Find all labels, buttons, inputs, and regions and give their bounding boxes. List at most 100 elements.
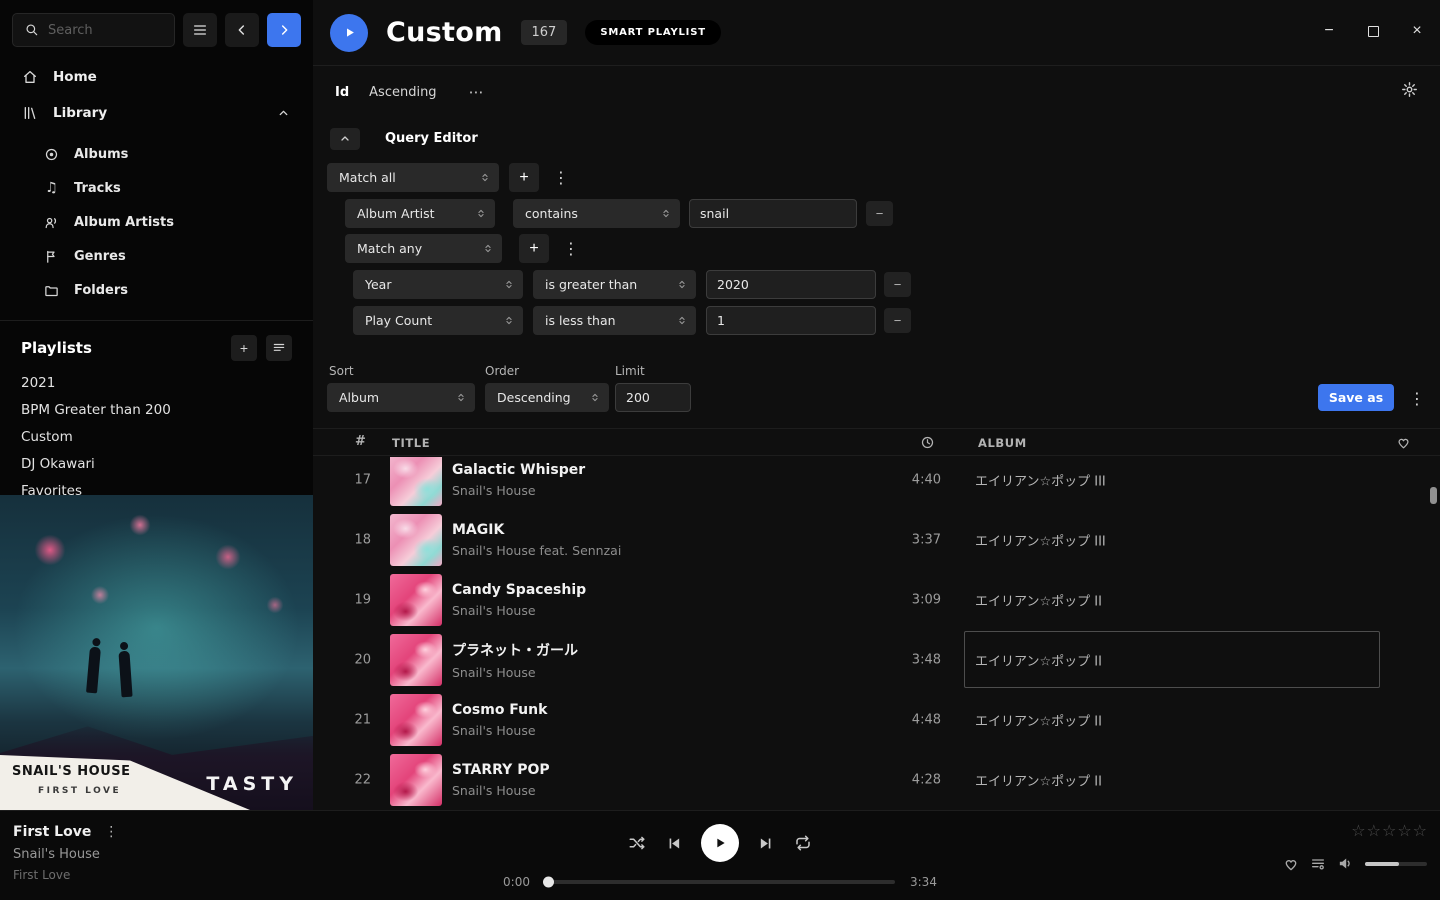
track-row[interactable]: 20 プラネット・ガール Snail's House 3:48 エイリアン☆ポッ… <box>313 630 1440 690</box>
sort-select[interactable]: Album <box>327 383 475 412</box>
playlist-item[interactable]: 2021 <box>0 369 313 396</box>
rule-operator-select[interactable]: contains <box>513 199 680 228</box>
remove-rule-button[interactable]: − <box>884 308 911 333</box>
star-icon[interactable]: ☆ <box>1367 821 1381 840</box>
remove-rule-button[interactable]: − <box>884 272 911 297</box>
sidebar-item-album-artists[interactable]: Album Artists <box>0 205 313 239</box>
star-icon[interactable]: ☆ <box>1351 821 1365 840</box>
favorite-column-icon[interactable] <box>1396 435 1411 453</box>
progress-section: 0:00 3:34 <box>498 875 942 889</box>
sidebar-item-tracks[interactable]: ♫ Tracks <box>0 171 313 205</box>
track-row[interactable]: 18 MAGIK Snail's House feat. Sennzai 3:3… <box>313 510 1440 570</box>
add-group-rule-button[interactable]: + <box>519 234 549 263</box>
rule-value-input[interactable] <box>706 270 876 299</box>
order-label: Order <box>485 364 519 378</box>
playlist-item[interactable]: DJ Okawari <box>0 450 313 477</box>
collapse-query-editor-button[interactable] <box>330 128 360 150</box>
column-title[interactable]: TITLE <box>392 436 430 450</box>
queue-button[interactable] <box>1310 856 1326 872</box>
menu-button[interactable] <box>183 13 217 47</box>
repeat-button[interactable] <box>794 834 812 852</box>
now-playing-title[interactable]: First Love <box>13 824 91 840</box>
sort-direction-button[interactable]: Ascending <box>369 85 436 100</box>
add-rule-button[interactable]: + <box>509 163 539 192</box>
track-number: 21 <box>331 713 371 728</box>
player-bar: First Love ⋮ Snail's House First Love <box>0 810 1440 900</box>
track-row[interactable]: 22 STARRY POP Snail's House 4:28 エイリアン☆ポ… <box>313 750 1440 810</box>
save-menu-icon[interactable]: ⋮ <box>1409 388 1425 410</box>
save-as-button[interactable]: Save as <box>1318 384 1394 411</box>
track-number: 18 <box>331 533 371 548</box>
volume-button[interactable] <box>1337 855 1354 872</box>
group-match-type-select[interactable]: Match any <box>345 234 502 263</box>
add-playlist-button[interactable]: + <box>231 335 257 361</box>
settings-icon[interactable] <box>1401 81 1418 101</box>
rule-field-select[interactable]: Album Artist <box>345 199 495 228</box>
track-title: STARRY POP <box>452 762 550 778</box>
now-playing-artist[interactable]: Snail's House <box>13 847 118 862</box>
next-track-button[interactable] <box>758 835 775 852</box>
sidebar-item-label: Album Artists <box>74 215 174 230</box>
order-select[interactable]: Descending <box>485 383 609 412</box>
seek-bar[interactable] <box>545 880 895 884</box>
shuffle-button[interactable] <box>628 834 646 852</box>
now-playing-menu-icon[interactable]: ⋮ <box>104 824 118 840</box>
rule-operator-select[interactable]: is less than <box>533 306 696 335</box>
rule-value-input[interactable] <box>706 306 876 335</box>
play-pause-button[interactable] <box>701 824 739 862</box>
playlist-list-button[interactable] <box>266 335 292 361</box>
rating-stars: ☆ ☆ ☆ ☆ ☆ <box>1351 821 1427 840</box>
volume-slider[interactable] <box>1365 862 1427 866</box>
column-album[interactable]: ALBUM <box>978 436 1027 450</box>
play-playlist-button[interactable] <box>330 14 368 52</box>
rule-group-menu-icon[interactable]: ⋮ <box>553 167 569 189</box>
seek-handle[interactable] <box>543 877 554 888</box>
nav-forward-button[interactable] <box>267 13 301 47</box>
star-icon[interactable]: ☆ <box>1413 821 1427 840</box>
track-row[interactable]: 21 Cosmo Funk Snail's House 4:48 エイリアン☆ポ… <box>313 690 1440 750</box>
previous-track-button[interactable] <box>665 835 682 852</box>
disc-icon <box>43 147 60 162</box>
more-options-button[interactable]: ⋯ <box>469 83 484 101</box>
sidebar-item-home[interactable]: Home <box>0 59 313 95</box>
match-type-select[interactable]: Match all <box>327 163 499 192</box>
playlist-item[interactable]: BPM Greater than 200 <box>0 396 313 423</box>
now-playing-album[interactable]: First Love <box>13 868 118 882</box>
scrollbar-thumb[interactable] <box>1430 487 1437 504</box>
track-duration: 3:09 <box>881 593 941 608</box>
now-playing-artwork[interactable]: SNAIL'S HOUSE FIRST LOVE TASTY <box>0 495 313 810</box>
rule-value-input[interactable] <box>689 199 857 228</box>
track-row[interactable]: 19 Candy Spaceship Snail's House 3:09 エイ… <box>313 570 1440 630</box>
star-icon[interactable]: ☆ <box>1397 821 1411 840</box>
maximize-button[interactable] <box>1364 22 1382 40</box>
track-row[interactable]: 17 Galactic Whisper Snail's House 4:40 エ… <box>313 457 1440 510</box>
track-duration: 3:37 <box>881 533 941 548</box>
remove-rule-button[interactable]: − <box>866 201 893 226</box>
nav-back-button[interactable] <box>225 13 259 47</box>
rule-field-select[interactable]: Year <box>353 270 523 299</box>
rule-operator-select[interactable]: is greater than <box>533 270 696 299</box>
minimize-button[interactable]: − <box>1320 22 1338 40</box>
duration-column-icon[interactable] <box>920 435 935 453</box>
star-icon[interactable]: ☆ <box>1382 821 1396 840</box>
select-arrows-icon <box>677 314 687 327</box>
group-menu-icon[interactable]: ⋮ <box>563 238 579 260</box>
favorite-button[interactable] <box>1283 856 1299 872</box>
limit-input[interactable] <box>615 383 691 412</box>
sort-field-button[interactable]: Id <box>335 85 349 100</box>
sidebar-item-albums[interactable]: Albums <box>0 137 313 171</box>
artwork-title: FIRST LOVE <box>38 786 121 796</box>
sidebar-item-folders[interactable]: Folders <box>0 273 313 307</box>
collapse-library-icon[interactable] <box>275 107 292 120</box>
artwork-brand: TASTY <box>206 773 298 795</box>
rule-field-select[interactable]: Play Count <box>353 306 523 335</box>
sidebar-item-library[interactable]: Library <box>0 95 313 131</box>
sidebar-item-genres[interactable]: Genres <box>0 239 313 273</box>
playlist-item[interactable]: Custom <box>0 423 313 450</box>
now-playing-info: First Love ⋮ Snail's House First Love <box>13 824 118 882</box>
column-index[interactable]: # <box>355 434 367 449</box>
search-input[interactable] <box>48 23 164 38</box>
search-box[interactable] <box>12 13 175 47</box>
track-album: エイリアン☆ポップ II <box>975 591 1102 610</box>
close-button[interactable]: × <box>1408 22 1426 40</box>
